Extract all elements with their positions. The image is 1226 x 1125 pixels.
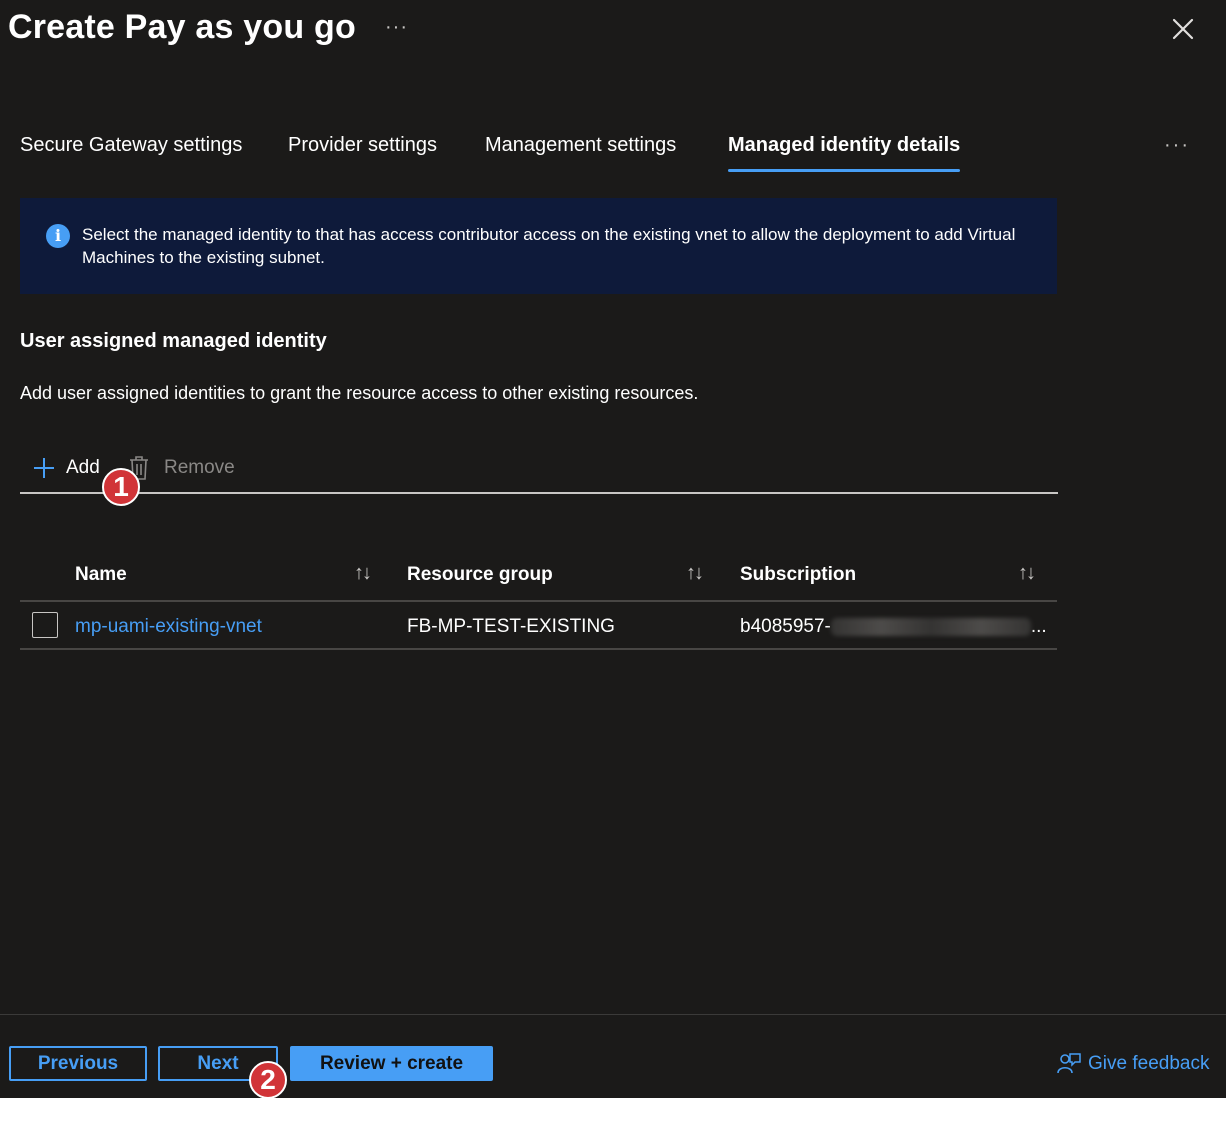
review-create-button[interactable]: Review + create: [290, 1046, 493, 1081]
page-title: Create Pay as you go: [8, 8, 356, 46]
feedback-icon: [1057, 1053, 1081, 1074]
more-actions-button[interactable]: ···: [385, 16, 408, 39]
subscription-cell: b4085957-...: [740, 616, 1047, 638]
row-checkbox[interactable]: [32, 612, 58, 638]
tab-managed-identity-details[interactable]: Managed identity details: [728, 134, 961, 174]
table-header: Name ↑↓ Resource group ↑↓ Subscription ↑…: [20, 552, 1057, 602]
column-header-name[interactable]: Name: [75, 564, 127, 586]
column-header-resource-group[interactable]: Resource group: [407, 564, 553, 586]
subscription-ellipsis: ...: [1030, 616, 1047, 637]
sort-resource-group-icon[interactable]: ↑↓: [686, 562, 704, 585]
plus-icon: [34, 458, 54, 478]
annotation-badge-1: 1: [102, 468, 140, 506]
tabs-overflow-button[interactable]: ···: [1164, 134, 1190, 157]
table-row: mp-uami-existing-vnet FB-MP-TEST-EXISTIN…: [20, 602, 1057, 650]
section-description: Add user assigned identities to grant th…: [20, 383, 699, 403]
add-button[interactable]: Add: [32, 452, 100, 484]
remove-button-label: Remove: [164, 457, 235, 478]
give-feedback-label: Give feedback: [1088, 1053, 1210, 1074]
info-banner: i Select the managed identity to that ha…: [20, 198, 1057, 294]
close-icon: [1172, 18, 1194, 40]
subscription-id-prefix: b4085957-: [740, 616, 831, 637]
sort-name-icon[interactable]: ↑↓: [354, 562, 372, 585]
identity-toolbar: Add Remove: [20, 448, 1058, 494]
resource-group-cell: FB-MP-TEST-EXISTING: [407, 616, 615, 637]
tab-provider-settings[interactable]: Provider settings: [288, 134, 437, 174]
give-feedback-link[interactable]: Give feedback: [1056, 1051, 1209, 1077]
previous-button[interactable]: Previous: [9, 1046, 147, 1081]
column-header-subscription[interactable]: Subscription: [740, 564, 856, 586]
redacted-region: [830, 617, 1031, 636]
section-title: User assigned managed identity: [20, 330, 327, 352]
footer-bar: Previous Next Review + create Give feedb…: [0, 1014, 1226, 1098]
close-button[interactable]: [1168, 14, 1198, 44]
identity-table: Name ↑↓ Resource group ↑↓ Subscription ↑…: [20, 552, 1057, 650]
info-text: Select the managed identity to that has …: [82, 225, 1016, 267]
identity-name-link[interactable]: mp-uami-existing-vnet: [75, 616, 262, 638]
sort-subscription-icon[interactable]: ↑↓: [1018, 562, 1036, 585]
add-button-label: Add: [66, 457, 100, 478]
remove-button[interactable]: Remove: [128, 452, 235, 484]
annotation-badge-2: 2: [249, 1061, 287, 1099]
tab-management-settings[interactable]: Management settings: [485, 134, 676, 174]
create-blade: Create Pay as you go ··· Secure Gateway …: [0, 0, 1226, 1098]
tab-secure-gateway-settings[interactable]: Secure Gateway settings: [20, 134, 242, 174]
info-icon: i: [46, 224, 70, 248]
